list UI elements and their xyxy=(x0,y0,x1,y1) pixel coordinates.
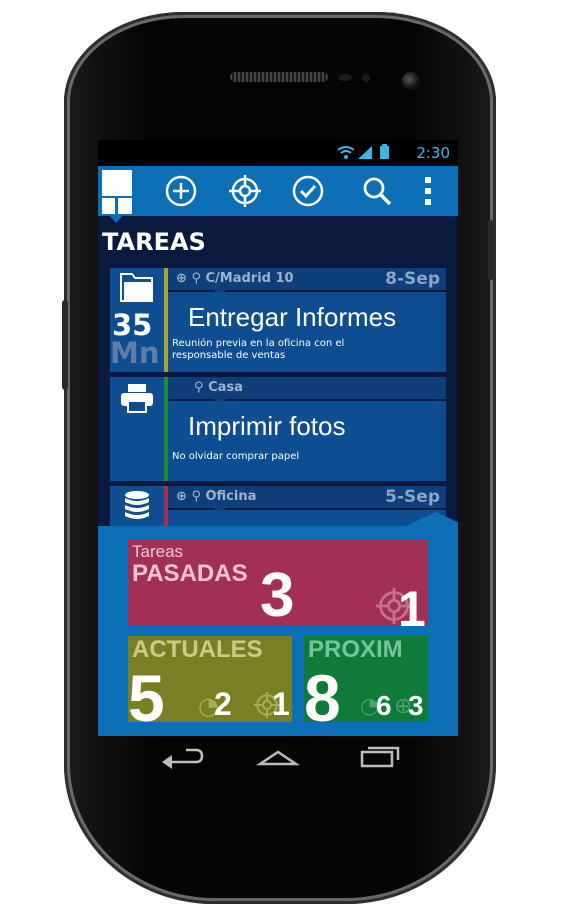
task-header: ⚲ Casa xyxy=(168,377,446,399)
target-icon: ⊕ xyxy=(176,489,187,504)
map-pin-icon: ⚲ xyxy=(191,489,201,504)
action-bar xyxy=(98,166,458,216)
screen: 2:30 TAREAS 35 Mn ⊕ ⚲ C/Madrid 10 8-Sep … xyxy=(98,140,458,736)
printer-icon xyxy=(121,384,153,413)
search-icon xyxy=(363,177,392,206)
database-icon xyxy=(125,491,149,519)
folder-icon xyxy=(120,273,153,302)
map-pin-icon: ⚲ xyxy=(194,380,204,395)
task-card[interactable]: ⚲ Casa Imprimir fotos No olvidar comprar… xyxy=(110,377,446,481)
task-location: ⊕ ⚲ Oficina xyxy=(176,489,256,504)
add-icon xyxy=(165,175,197,207)
task-card[interactable]: 35 Mn ⊕ ⚲ C/Madrid 10 8-Sep Entregar Inf… xyxy=(110,268,446,372)
status-bar: 2:30 xyxy=(98,140,458,166)
past-tasks-tile[interactable]: Tareas PASADAS 3 1 xyxy=(128,540,428,626)
task-note: Reunión previa en la oficina con el resp… xyxy=(172,338,345,361)
current-tasks-tile[interactable]: ACTUALES 5 ◔ 2 1 xyxy=(128,636,292,722)
home-icon[interactable] xyxy=(255,750,301,766)
locate-button[interactable] xyxy=(228,174,262,208)
light-sensor xyxy=(362,74,370,82)
volume-button xyxy=(62,300,68,390)
task-name: Imprimir fotos xyxy=(188,411,346,441)
task-date: 8-Sep xyxy=(385,269,440,289)
task-icon-column xyxy=(110,377,164,481)
past-count: 3 xyxy=(260,561,295,626)
upcoming-tasks-tile[interactable]: PROXIM 8 ◔ 6 ⊕ 3 xyxy=(304,636,428,722)
task-location: ⊕ ⚲ C/Madrid 10 xyxy=(176,271,294,286)
current-sub-a: 2 xyxy=(214,686,232,722)
status-icons xyxy=(336,144,396,164)
search-button[interactable] xyxy=(360,174,394,208)
task-header: ⊕ ⚲ Oficina 5-Sep xyxy=(168,486,446,508)
task-name: Entregar Informes xyxy=(188,302,397,332)
overflow-menu-button[interactable] xyxy=(416,174,440,208)
map-pin-icon: ⚲ xyxy=(191,271,201,286)
overflow-menu-icon xyxy=(425,177,431,205)
upcoming-sub-a: 6 xyxy=(376,690,392,721)
past-sub-count: 1 xyxy=(398,581,426,626)
check-button[interactable] xyxy=(291,174,325,208)
recents-icon[interactable] xyxy=(360,746,400,768)
proximity-sensor xyxy=(338,74,352,81)
task-header: ⊕ ⚲ C/Madrid 10 8-Sep xyxy=(168,268,446,290)
task-date: 5-Sep xyxy=(385,487,440,507)
front-camera xyxy=(402,72,420,90)
task-location-text: Oficina xyxy=(205,489,257,504)
wifi-signal-battery-icon xyxy=(337,144,389,159)
check-icon xyxy=(292,175,324,207)
back-icon[interactable] xyxy=(162,748,204,769)
page-title: TAREAS xyxy=(102,228,206,256)
current-sub-b: 1 xyxy=(272,686,290,722)
stats-panel: Tareas PASADAS 3 1 ACTUALES 5 ◔ 2 1 PROX… xyxy=(98,512,458,736)
task-note: No olvidar comprar papel xyxy=(172,451,300,462)
app-logo[interactable] xyxy=(102,170,132,214)
current-count: 5 xyxy=(128,661,165,722)
target-icon: ⊕ xyxy=(176,271,187,286)
past-small-label: Tareas xyxy=(132,542,184,561)
task-icon-column: 35 Mn xyxy=(110,268,164,372)
earpiece-speaker xyxy=(230,72,328,82)
past-label: PASADAS xyxy=(132,560,248,587)
add-button[interactable] xyxy=(164,174,198,208)
task-body: Entregar Informes Reunión previa en la o… xyxy=(168,292,446,372)
action-bar-pointer xyxy=(110,216,122,223)
task-duration-unit: Mn xyxy=(110,336,160,370)
upcoming-sub-b: 3 xyxy=(408,690,424,721)
power-button xyxy=(488,220,494,280)
stats-panel-pointer xyxy=(406,512,458,526)
task-location-text: C/Madrid 10 xyxy=(205,271,294,286)
target-icon xyxy=(229,175,261,207)
task-location: ⚲ Casa xyxy=(194,380,243,395)
system-nav-bar xyxy=(162,746,400,769)
task-body: Imprimir fotos No olvidar comprar papel xyxy=(168,401,446,481)
task-location-text: Casa xyxy=(208,380,243,395)
status-time: 2:30 xyxy=(416,144,450,162)
upcoming-count: 8 xyxy=(304,661,341,722)
